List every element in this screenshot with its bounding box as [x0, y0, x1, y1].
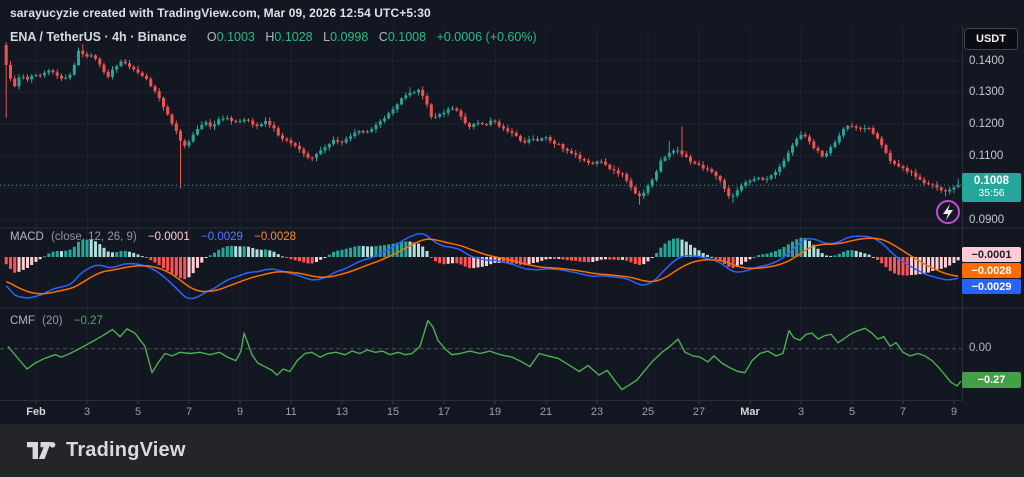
macd-signal-badge: −0.0028: [962, 263, 1021, 278]
macd-signal-value: −0.0028: [254, 231, 296, 243]
macd-params: (close, 12, 26, 9): [51, 231, 137, 243]
time-axis-tick: 11: [285, 406, 296, 418]
tradingview-brand-text: TradingView: [66, 439, 186, 462]
time-axis-tick: 17: [438, 406, 450, 418]
price-axis-label: 0.1200: [969, 118, 1004, 130]
time-axis-tick: 3: [798, 406, 804, 418]
time-axis-tick: 5: [135, 406, 141, 418]
macd-hist-value: −0.0001: [148, 231, 190, 243]
high-value: 0.1028: [274, 30, 312, 44]
price-axis-label: 0.0900: [969, 214, 1004, 226]
open-label: O: [207, 30, 217, 44]
cmf-value: −0.27: [74, 315, 103, 327]
time-axis-tick: Mar: [740, 406, 760, 418]
time-axis-tick: 7: [186, 406, 192, 418]
time-axis-tick: 21: [540, 406, 552, 418]
cmf-zero-label: 0.00: [969, 342, 991, 354]
time-axis-tick: 27: [693, 406, 705, 418]
symbol-legend[interactable]: ENA / TetherUS · 4h · Binance O0.1003 H0…: [10, 30, 537, 44]
time-axis-tick: 23: [591, 406, 603, 418]
time-axis[interactable]: Feb 3 5 7 9 11 13 15 17 19 21 23 25 27 Mar 3 5 7 9: [0, 400, 962, 425]
time-axis-tick: 25: [642, 406, 654, 418]
cmf-legend[interactable]: CMF (20) −0.27: [10, 315, 103, 327]
price-axis[interactable]: USDT 0.1008 35:56 −0.0001 −0.0028 −0.002…: [962, 26, 1024, 400]
time-axis-tick: 15: [387, 406, 399, 418]
cmf-params: (20): [42, 315, 62, 327]
low-value: 0.0998: [330, 30, 368, 44]
change-value: +0.0006 (+0.60%): [437, 30, 537, 44]
tradingview-snapshot: sarayucyzie created with TradingView.com…: [0, 0, 1024, 477]
attribution-watermark: sarayucyzie created with TradingView.com…: [10, 6, 431, 20]
close-value: 0.1008: [388, 30, 426, 44]
symbol-title[interactable]: ENA / TetherUS · 4h · Binance: [10, 30, 186, 44]
cmf-badge: −0.27: [962, 372, 1021, 388]
price-axis-label: 0.1300: [969, 86, 1004, 98]
cmf-title: CMF: [10, 315, 35, 327]
open-value: 0.1003: [217, 30, 255, 44]
close-label: C: [379, 30, 388, 44]
price-axis-label: 0.1400: [969, 55, 1004, 67]
tradingview-logo-icon: [27, 442, 57, 460]
time-axis-tick: 19: [489, 406, 501, 418]
macd-legend[interactable]: MACD (close, 12, 26, 9) −0.0001 −0.0029 …: [10, 231, 296, 243]
last-price-badge: 0.1008 35:56: [962, 173, 1021, 202]
macd-line-badge: −0.0029: [962, 279, 1021, 294]
macd-title: MACD: [10, 231, 44, 243]
time-axis-tick: 3: [84, 406, 90, 418]
tradingview-logo[interactable]: TradingView: [27, 439, 186, 462]
time-axis-tick: 13: [336, 406, 348, 418]
time-axis-tick: 9: [951, 406, 957, 418]
macd-line-value: −0.0029: [201, 231, 243, 243]
time-axis-tick: Feb: [26, 406, 46, 418]
time-axis-tick: 7: [900, 406, 906, 418]
bar-countdown: 35:56: [962, 188, 1021, 200]
time-axis-tick: 9: [237, 406, 243, 418]
time-axis-tick: 5: [849, 406, 855, 418]
footer-bar: TradingView: [0, 424, 1024, 477]
price-axis-label: 0.1100: [969, 150, 1003, 162]
currency-toggle-button[interactable]: USDT: [964, 28, 1018, 50]
macd-hist-badge: −0.0001: [962, 247, 1021, 262]
last-price-value: 0.1008: [962, 175, 1021, 188]
